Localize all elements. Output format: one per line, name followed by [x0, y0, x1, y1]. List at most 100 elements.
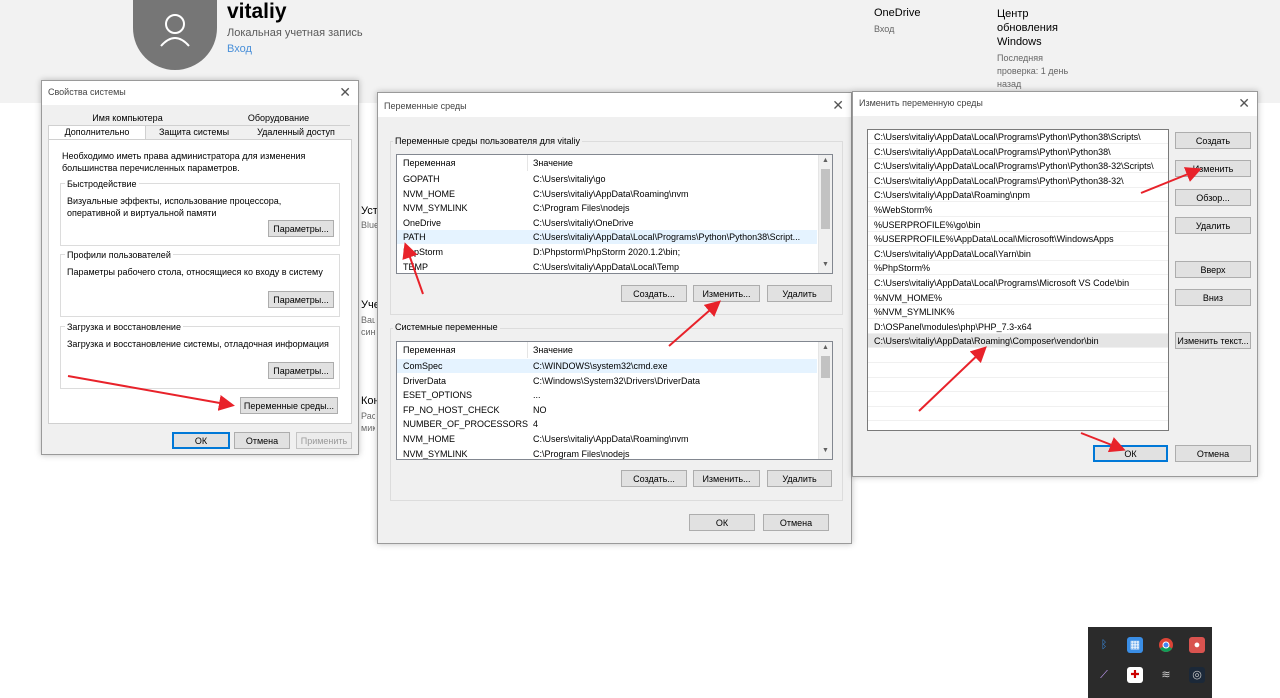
path-entry[interactable]: C:\Users\vitaliy\AppData\Local\Programs\…: [868, 130, 1168, 144]
variable-value: C:\Windows\System32\Drivers\DriverData: [533, 375, 701, 386]
tab-advanced[interactable]: Дополнительно: [48, 125, 146, 139]
onedrive-status: Вход: [874, 24, 895, 34]
ok-button[interactable]: ОК: [1093, 445, 1168, 462]
list-row[interactable]: NVM_SYMLINK C:\Program Files\nodejs: [397, 201, 817, 215]
path-list[interactable]: C:\Users\vitaliy\AppData\Local\Programs\…: [867, 129, 1169, 431]
chrome-icon[interactable]: [1158, 637, 1174, 653]
variable-value: 4: [533, 419, 539, 430]
new-button[interactable]: Создать: [1175, 132, 1251, 149]
windows-update-title[interactable]: Центр обновления Windows: [997, 7, 1077, 49]
tab-system-protection[interactable]: Защита системы: [146, 126, 242, 139]
path-entry[interactable]: %WebStorm%: [868, 203, 1168, 217]
column-header-variable[interactable]: Переменная: [403, 343, 456, 357]
list-row[interactable]: PhpStorm D:\Phpstorm\PhpStorm 2020.1.2\bi…: [397, 245, 817, 259]
browse-button[interactable]: Обзор...: [1175, 189, 1251, 206]
variable-name: GOPATH: [403, 174, 440, 184]
list-row[interactable]: PATH C:\Users\vitaliy\AppData\Local\Progr…: [397, 230, 817, 245]
move-down-button[interactable]: Вниз: [1175, 289, 1251, 306]
scroll-up-icon[interactable]: ▲: [822, 344, 829, 351]
system-delete-button[interactable]: Удалить: [767, 470, 832, 487]
pen-icon[interactable]: ⟋: [1096, 667, 1112, 683]
cancel-button[interactable]: Отмена: [763, 514, 829, 531]
column-divider: [527, 342, 528, 358]
column-header-value[interactable]: Значение: [533, 343, 573, 357]
system-edit-button[interactable]: Изменить...: [693, 470, 760, 487]
list-row[interactable]: OneDrive C:\Users\vitaliy\OneDrive: [397, 216, 817, 230]
ok-button[interactable]: ОК: [689, 514, 755, 531]
scroll-up-icon[interactable]: ▲: [822, 157, 829, 164]
hidden-network-icon[interactable]: ≋: [1158, 667, 1174, 683]
list-row[interactable]: TEMP C:\Users\vitaliy\AppData\Local\Temp: [397, 260, 817, 273]
list-row[interactable]: NVM_HOME C:\Users\vitaliy\AppData\Roaming…: [397, 187, 817, 201]
close-icon[interactable]: ✕: [1238, 95, 1250, 112]
delete-button[interactable]: Удалить: [1175, 217, 1251, 234]
user-delete-button[interactable]: Удалить: [767, 285, 832, 302]
path-entry[interactable]: %USERPROFILE%\go\bin: [868, 218, 1168, 232]
performance-settings-button[interactable]: Параметры...: [268, 220, 334, 237]
path-entry[interactable]: %NVM_SYMLINK%: [868, 305, 1168, 320]
tab-hardware[interactable]: Оборудование: [207, 112, 350, 125]
list-row[interactable]: NVM_SYMLINK C:\Program Files\nodejs: [397, 447, 817, 459]
tab-computer-name[interactable]: Имя компьютера: [48, 112, 207, 125]
tab-remote[interactable]: Удаленный доступ: [242, 126, 350, 139]
scroll-thumb[interactable]: [821, 169, 830, 229]
close-icon[interactable]: ✕: [339, 84, 351, 101]
scroll-thumb[interactable]: [821, 356, 830, 378]
close-icon[interactable]: ✕: [832, 97, 844, 114]
path-entry[interactable]: C:\Users\vitaliy\AppData\Roaming\Compose…: [868, 334, 1168, 349]
scroll-down-icon[interactable]: ▼: [822, 447, 829, 454]
system-variables-list[interactable]: Переменная Значение ComSpec C:\WINDOWS\sy…: [396, 341, 833, 460]
move-up-button[interactable]: Вверх: [1175, 261, 1251, 278]
bluetooth-icon[interactable]: ᛒ: [1096, 637, 1112, 653]
antivirus-icon[interactable]: ✚: [1127, 667, 1143, 683]
list-row[interactable]: ComSpec C:\WINDOWS\system32\cmd.exe: [397, 359, 817, 373]
sign-in-link[interactable]: Вход: [227, 43, 252, 55]
cancel-button[interactable]: Отмена: [1175, 445, 1251, 462]
user-create-button[interactable]: Создать...: [621, 285, 687, 302]
list-row[interactable]: GOPATH C:\Users\vitaliy\go: [397, 172, 817, 186]
scrollbar[interactable]: ▲ ▼: [818, 155, 832, 273]
environment-variables-button[interactable]: Переменные среды...: [240, 397, 338, 414]
startup-settings-button[interactable]: Параметры...: [268, 362, 334, 379]
path-entry[interactable]: C:\Users\vitaliy\AppData\Local\Yarn\bin: [868, 247, 1168, 261]
variable-name: ComSpec: [403, 361, 443, 371]
path-entry[interactable]: %NVM_HOME%: [868, 291, 1168, 305]
list-row[interactable]: NUMBER_OF_PROCESSORS 4: [397, 417, 817, 431]
user-edit-button[interactable]: Изменить...: [693, 285, 760, 302]
list-row[interactable]: NVM_HOME C:\Users\vitaliy\AppData\Roaming…: [397, 432, 817, 446]
ok-button[interactable]: ОК: [172, 432, 230, 449]
list-row[interactable]: ESET_OPTIONS...: [397, 388, 817, 402]
column-header-value[interactable]: Значение: [533, 156, 573, 170]
column-header-variable[interactable]: Переменная: [403, 156, 456, 170]
network-monitor-icon[interactable]: ▦: [1127, 637, 1143, 653]
variable-value: C:\Users\vitaliy\go: [533, 174, 606, 184]
path-entry[interactable]: C:\Users\vitaliy\AppData\Local\Programs\…: [868, 145, 1168, 159]
profiles-settings-button[interactable]: Параметры...: [268, 291, 334, 308]
steam-icon[interactable]: ◎: [1189, 667, 1205, 683]
path-entry[interactable]: C:\Users\vitaliy\AppData\Roaming\npm: [868, 188, 1168, 203]
system-create-button[interactable]: Создать...: [621, 470, 687, 487]
cancel-button[interactable]: Отмена: [234, 432, 290, 449]
apply-button[interactable]: Применить: [296, 432, 352, 449]
edit-variable-dialog: Изменить переменную среды ✕ C:\Users\vit…: [852, 91, 1258, 477]
variable-value: C:\Program Files\nodejs: [533, 203, 630, 214]
list-row[interactable]: DriverData C:\Windows\System32\Drivers\Dr…: [397, 374, 817, 388]
path-entry[interactable]: C:\Users\vitaliy\AppData\Local\Programs\…: [868, 174, 1168, 188]
list-row[interactable]: FP_NO_HOST_CHECK NO: [397, 403, 817, 417]
scrollbar[interactable]: ▲ ▼: [818, 342, 832, 459]
edit-button[interactable]: Изменить: [1175, 160, 1251, 177]
path-entry[interactable]: %PhpStorm%: [868, 261, 1168, 276]
scroll-down-icon[interactable]: ▼: [822, 261, 829, 268]
path-entry[interactable]: D:\OSPanel\modules\php\PHP_7.3-x64: [868, 320, 1168, 334]
edit-text-button[interactable]: Изменить текст...: [1175, 332, 1251, 349]
path-entry[interactable]: C:\Users\vitaliy\AppData\Local\Programs\…: [868, 159, 1168, 174]
onedrive-title[interactable]: OneDrive: [874, 7, 920, 19]
user-variables-list[interactable]: Переменная Значение GOPATH C:\Users\vital…: [396, 154, 833, 274]
startup-label: Загрузка и восстановление: [65, 322, 183, 332]
app-icon[interactable]: ●: [1189, 637, 1205, 653]
variable-name: PhpStorm: [403, 247, 444, 257]
path-entry[interactable]: %USERPROFILE%\AppData\Local\Microsoft\Wi…: [868, 232, 1168, 247]
path-entry[interactable]: C:\Users\vitaliy\AppData\Local\Programs\…: [868, 276, 1168, 290]
variable-value: C:\Users\vitaliy\OneDrive: [533, 217, 634, 228]
variable-value: C:\Users\vitaliy\AppData\Roaming\nvm: [533, 434, 689, 444]
